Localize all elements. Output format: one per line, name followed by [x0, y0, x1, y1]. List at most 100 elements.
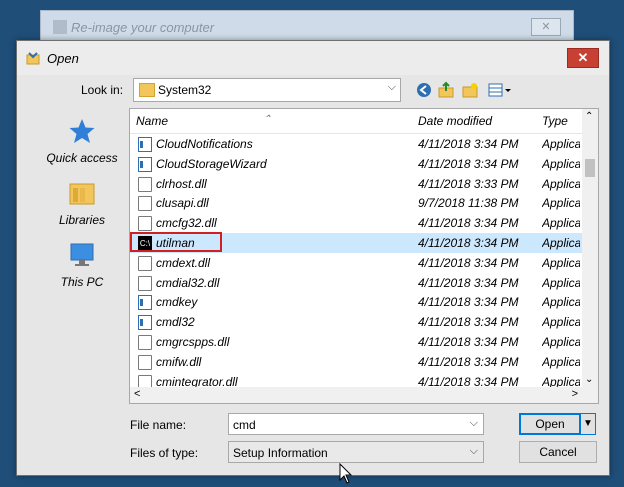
app-icon [53, 20, 67, 34]
scroll-thumb[interactable] [585, 159, 595, 177]
scroll-up-icon[interactable]: ⌃ [585, 111, 593, 122]
file-date: 4/11/2018 3:34 PM [418, 275, 519, 290]
file-name: clrhost.dll [156, 176, 207, 191]
file-name: clusapi.dll [156, 196, 209, 211]
computer-icon [70, 243, 94, 266]
column-name[interactable]: Name [136, 114, 168, 128]
libraries-icon [69, 183, 95, 205]
place-quick-access[interactable]: Quick access [29, 117, 135, 165]
open-button[interactable]: Open [519, 413, 581, 435]
file-type: Application [542, 315, 580, 330]
chevron-down-icon[interactable]: ⌵ [470, 417, 478, 430]
place-this-pc[interactable]: This PC [29, 241, 135, 289]
vertical-scrollbar[interactable]: ⌃ ⌄ [582, 109, 598, 387]
file-name-label: File name: [130, 418, 187, 432]
up-folder-icon[interactable] [437, 81, 455, 99]
column-date-modified[interactable]: Date modified [418, 114, 492, 128]
cancel-button[interactable]: Cancel [519, 441, 597, 463]
place-label: Quick access [46, 151, 118, 165]
files-of-type-dropdown[interactable]: Setup Information ⌵ [228, 441, 484, 463]
place-label: This PC [60, 275, 104, 289]
file-row[interactable]: cmgrcspps.dll 4/11/2018 3:34 PM Applicatio… [130, 332, 582, 352]
open-dialog: Open ✕ Look in: System32 ⌵ Quick access [16, 40, 610, 476]
dll-file-icon [138, 255, 152, 271]
file-type: Application [542, 137, 580, 151]
place-label: Libraries [58, 213, 106, 227]
file-type: Application [542, 216, 580, 231]
file-date: 4/11/2018 3:34 PM [418, 295, 519, 310]
star-icon [69, 119, 95, 143]
file-type: Application [542, 255, 580, 270]
view-menu-icon[interactable] [487, 81, 513, 99]
place-libraries[interactable]: Libraries [29, 179, 135, 227]
highlight-box [130, 232, 222, 252]
file-row[interactable]: cmifw.dll 4/11/2018 3:34 PM Application [130, 352, 582, 372]
file-row[interactable]: cmdl32 4/11/2018 3:34 PM Application [130, 312, 582, 332]
file-row[interactable]: cmdext.dll 4/11/2018 3:34 PM Application [130, 253, 582, 273]
file-date: 4/11/2018 3:34 PM [418, 236, 519, 250]
folder-icon [139, 83, 155, 97]
open-split-arrow[interactable]: ▼ [580, 413, 596, 435]
file-name: cmdext.dll [156, 255, 211, 270]
chevron-down-icon: ⌵ [387, 81, 396, 93]
file-name-field[interactable]: cmd ⌵ [228, 413, 484, 435]
look-in-value: System32 [158, 83, 212, 97]
file-name: cmifw.dll [156, 354, 202, 369]
mouse-cursor-icon [339, 463, 353, 484]
dll-file-icon [138, 335, 152, 350]
dll-file-icon [138, 275, 152, 291]
file-date: 4/11/2018 3:34 PM [418, 216, 519, 231]
file-type: Application [542, 156, 580, 171]
file-name: CloudStorageWizard [156, 156, 267, 171]
file-row[interactable]: CloudNotifications 4/11/2018 3:34 PM Appli… [130, 134, 582, 154]
chevron-down-icon: ⌵ [469, 445, 478, 457]
background-window-title: Re-image your computer [71, 20, 215, 35]
dll-file-icon [138, 176, 152, 192]
application-icon [138, 295, 152, 311]
close-button[interactable]: ✕ [567, 48, 599, 68]
places-bar: Quick access Libraries This PC [29, 107, 135, 471]
file-name: cmdkey [156, 295, 198, 310]
file-row[interactable]: cmdkey 4/11/2018 3:34 PM Application [130, 292, 582, 312]
file-type: Application [542, 236, 580, 250]
look-in-label: Look in: [81, 83, 124, 97]
file-date: 4/11/2018 3:34 PM [418, 335, 519, 349]
file-type: Application [542, 335, 580, 349]
background-close-button[interactable]: ✕ [531, 18, 561, 36]
file-date: 4/11/2018 3:34 PM [418, 315, 519, 330]
file-list[interactable]: ⌃ Name Date modified Type CloudNotificat… [129, 108, 599, 404]
scroll-down-icon[interactable]: ⌄ [585, 374, 593, 385]
file-row[interactable]: cmcfg32.dll 4/11/2018 3:34 PM Application [130, 213, 582, 233]
horizontal-scrollbar[interactable]: < > [130, 387, 598, 403]
sort-caret-icon: ⌃ [263, 114, 272, 125]
application-icon [138, 315, 152, 331]
dll-file-icon [138, 354, 152, 370]
dll-file-icon [138, 196, 152, 212]
look-in-dropdown[interactable]: System32 ⌵ [133, 78, 401, 102]
application-icon [138, 137, 152, 152]
back-icon[interactable] [415, 81, 433, 99]
file-date: 4/11/2018 3:34 PM [418, 137, 519, 151]
column-type[interactable]: Type [542, 114, 568, 128]
scroll-right-icon[interactable]: > [572, 388, 578, 400]
file-name: cmgrcspps.dll [156, 335, 230, 349]
file-row[interactable]: cmdial32.dll 4/11/2018 3:34 PM Application [130, 273, 582, 293]
title-bar: Open ✕ [17, 41, 609, 75]
application-icon [138, 156, 152, 172]
file-date: 9/7/2018 11:38 PM [418, 196, 519, 211]
scroll-left-icon[interactable]: < [134, 388, 140, 400]
file-name: cmdl32 [156, 315, 195, 330]
file-name: cmdial32.dll [156, 275, 220, 290]
file-name-value: cmd [233, 418, 256, 432]
file-row[interactable]: clrhost.dll 4/11/2018 3:33 PM Application [130, 174, 582, 194]
file-name: CloudNotifications [156, 137, 253, 151]
file-row[interactable]: clusapi.dll 9/7/2018 11:38 PM Application [130, 193, 582, 213]
file-row[interactable]: CloudStorageWizard 4/11/2018 3:34 PM Appli… [130, 154, 582, 174]
new-folder-icon[interactable] [461, 81, 479, 99]
dll-file-icon [138, 216, 152, 232]
files-of-type-label: Files of type: [130, 446, 199, 460]
file-date: 4/11/2018 3:33 PM [418, 176, 519, 191]
file-row[interactable]: C:\utilman4/11/2018 3:34 PMApplication [130, 232, 582, 253]
file-name: cmcfg32.dll [156, 216, 217, 231]
file-type: Application [542, 196, 580, 211]
